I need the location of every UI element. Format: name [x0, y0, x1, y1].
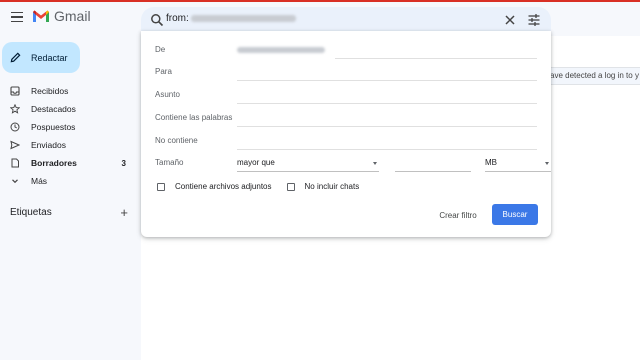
- search-query-prefix: from:: [166, 13, 189, 24]
- checkbox-box[interactable]: [286, 182, 295, 191]
- size-label: Tamaño: [155, 158, 184, 167]
- size-operator-value: mayor que: [237, 158, 275, 167]
- has-attachment-checkbox[interactable]: Contiene archivos adjuntos: [157, 182, 272, 191]
- security-notice[interactable]: ave detected a log in to y: [546, 67, 640, 85]
- sidebar-item-label: Más: [31, 176, 48, 186]
- size-unit-select[interactable]: MB: [485, 156, 551, 172]
- to-field[interactable]: Para: [155, 65, 537, 81]
- sidebar-item-starred[interactable]: Destacados: [0, 100, 134, 118]
- has-words-label: Contiene las palabras: [155, 113, 233, 122]
- advanced-search-panel: De Para Asunto Contiene las palabras No …: [141, 31, 551, 237]
- no-words-underline: [237, 149, 537, 150]
- app-name: Gmail: [54, 8, 91, 24]
- compose-button[interactable]: Redactar: [2, 42, 80, 73]
- dropdown-caret-icon: [545, 162, 549, 165]
- subject-underline: [237, 103, 537, 104]
- sidebar-item-label: Recibidos: [31, 86, 69, 96]
- to-label: Para: [155, 67, 172, 76]
- exclude-chats-checkbox[interactable]: No incluir chats: [286, 182, 360, 191]
- subject-label: Asunto: [155, 90, 180, 99]
- redacted-email: [190, 15, 296, 22]
- clear-search-icon[interactable]: [503, 13, 517, 27]
- chevron-down-icon: [10, 176, 20, 186]
- star-icon: [10, 104, 20, 114]
- sidebar-item-drafts[interactable]: Borradores 3: [0, 154, 134, 172]
- labels-section-header: Etiquetas +: [10, 206, 128, 219]
- size-unit-value: MB: [485, 158, 497, 167]
- search-button[interactable]: Buscar: [492, 204, 538, 225]
- send-icon: [10, 140, 20, 150]
- has-attachment-label: Contiene archivos adjuntos: [175, 182, 272, 191]
- checkbox-box[interactable]: [157, 182, 165, 191]
- from-label: De: [155, 45, 166, 54]
- gmail-m-icon: [33, 10, 49, 22]
- sidebar-item-more[interactable]: Más: [0, 172, 134, 190]
- add-label-icon[interactable]: +: [120, 206, 128, 219]
- exclude-chats-label: No incluir chats: [304, 182, 360, 191]
- sidebar-item-sent[interactable]: Enviados: [0, 136, 134, 154]
- sidebar-item-label: Enviados: [31, 140, 66, 150]
- search-options-checkboxes: Contiene archivos adjuntos No incluir ch…: [157, 182, 374, 191]
- search-bar[interactable]: from:: [141, 7, 551, 33]
- sidebar-item-label: Pospuestos: [31, 122, 76, 132]
- gmail-logo[interactable]: Gmail: [32, 8, 91, 24]
- from-field[interactable]: De: [155, 43, 537, 59]
- to-underline: [237, 80, 537, 81]
- clock-icon: [10, 122, 20, 132]
- redacted-from-value: [237, 47, 325, 53]
- menu-icon[interactable]: [8, 8, 26, 26]
- sidebar-item-inbox[interactable]: Recibidos: [0, 82, 134, 100]
- subject-field[interactable]: Asunto: [155, 88, 537, 104]
- size-operator-select[interactable]: mayor que: [237, 156, 379, 172]
- pencil-icon: [10, 52, 21, 63]
- from-underline: [335, 58, 537, 59]
- sidebar-item-snoozed[interactable]: Pospuestos: [0, 118, 134, 136]
- inbox-icon: [10, 86, 20, 96]
- sidebar-nav: Recibidos Destacados Pospuestos Enviados…: [0, 82, 134, 190]
- has-words-underline: [237, 126, 537, 127]
- dropdown-caret-icon: [373, 162, 377, 165]
- no-words-field[interactable]: No contiene: [155, 134, 537, 150]
- size-value-input[interactable]: [395, 156, 471, 172]
- search-icon[interactable]: [150, 13, 164, 27]
- sidebar-item-label: Destacados: [31, 104, 76, 114]
- search-input[interactable]: from:: [166, 13, 296, 24]
- has-words-field[interactable]: Contiene las palabras: [155, 111, 537, 127]
- no-words-label: No contiene: [155, 136, 198, 145]
- search-options-icon[interactable]: [527, 13, 541, 27]
- drafts-count: 3: [121, 158, 126, 168]
- compose-label: Redactar: [31, 52, 68, 63]
- size-row: Tamaño mayor que MB: [155, 156, 551, 172]
- sidebar-item-label: Borradores: [31, 158, 77, 168]
- labels-title: Etiquetas: [10, 207, 52, 218]
- create-filter-button[interactable]: Crear filtro: [429, 206, 487, 224]
- draft-icon: [10, 158, 20, 168]
